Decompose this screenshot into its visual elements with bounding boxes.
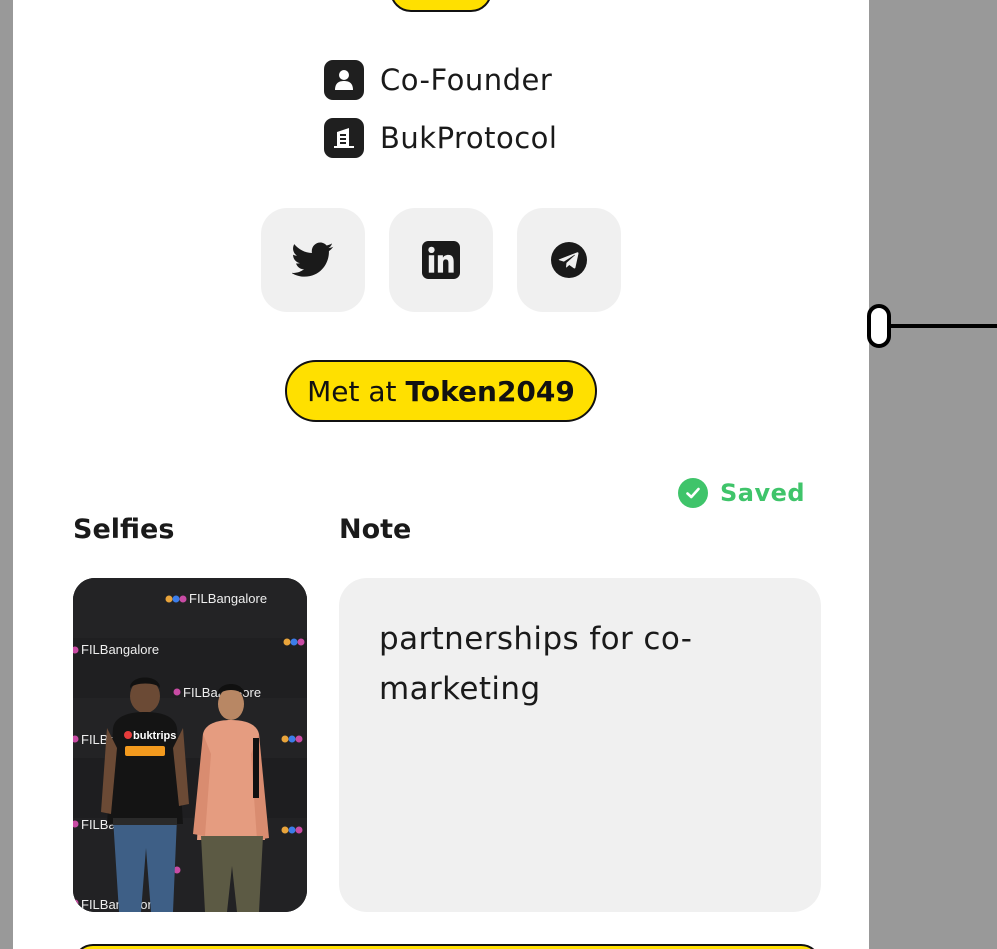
banner-text-2: FILBangalore	[81, 642, 159, 657]
met-at-prefix: Met at	[307, 374, 397, 408]
linkedin-icon	[422, 241, 460, 279]
person-icon	[324, 60, 364, 100]
profile-card: Co-Founder BukProtocol Met at Token2049 …	[13, 0, 869, 949]
company-row: BukProtocol	[324, 118, 557, 158]
met-at-badge[interactable]: Met at Token2049	[285, 360, 597, 422]
selfies-title: Selfies	[73, 514, 175, 545]
met-at-event: Token2049	[405, 374, 575, 408]
slider-handle[interactable]	[867, 304, 891, 348]
saved-label: Saved	[720, 479, 806, 507]
timeline-slider[interactable]	[866, 302, 997, 350]
check-circle-icon	[678, 478, 708, 508]
building-icon	[324, 118, 364, 158]
note-text-area[interactable]: partnerships for co-marketing	[339, 578, 821, 912]
saved-status: Saved	[678, 478, 805, 508]
top-pill-button[interactable]	[390, 0, 492, 12]
banner-text-1: FILBangalore	[189, 591, 267, 606]
bottom-action-button[interactable]	[73, 944, 821, 949]
telegram-icon	[551, 242, 587, 278]
telegram-button[interactable]	[517, 208, 621, 312]
shirt-text: buktrips	[133, 730, 176, 742]
linkedin-button[interactable]	[389, 208, 493, 312]
note-title: Note	[339, 514, 412, 545]
note-text: partnerships for co-marketing	[379, 621, 693, 707]
selfie-photo[interactable]: FILBangalore FILBangalore FILBangalore F…	[73, 578, 307, 912]
company-text: BukProtocol	[380, 121, 558, 155]
role-text: Co-Founder	[380, 63, 553, 97]
twitter-button[interactable]	[261, 208, 365, 312]
role-row: Co-Founder	[324, 60, 552, 100]
twitter-icon	[292, 242, 334, 277]
